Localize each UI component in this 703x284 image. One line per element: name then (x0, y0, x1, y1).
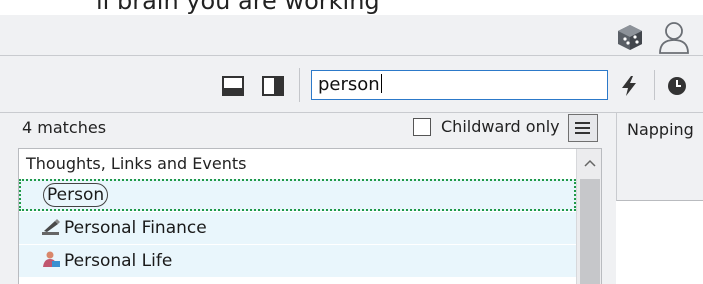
result-label: Personal Life (64, 251, 173, 271)
scrollbar-thumb[interactable] (580, 179, 600, 284)
bolt-icon[interactable] (620, 75, 638, 97)
result-label: Personal Finance (64, 218, 207, 238)
title-bar (0, 15, 703, 56)
clock-icon[interactable] (667, 76, 687, 96)
toolbar-divider (654, 70, 655, 100)
result-label: Person (43, 183, 109, 207)
search-input[interactable]: person (311, 70, 608, 100)
layout-bottom-icon[interactable] (222, 76, 244, 96)
search-toolbar: person (0, 56, 703, 113)
top-strip-text: ll brain you are working (96, 0, 380, 15)
search-input-value: person (318, 74, 380, 95)
toolbar-divider (299, 68, 300, 102)
list-item[interactable]: Person (19, 179, 576, 211)
tab-napping[interactable]: Napping (627, 120, 694, 139)
group-header: Thoughts, Links and Events (26, 154, 247, 173)
top-strip: ll brain you are working (0, 0, 703, 15)
cube-icon[interactable] (616, 23, 644, 51)
match-count: 4 matches (22, 118, 107, 137)
user-icon[interactable] (656, 19, 692, 55)
vertical-scrollbar[interactable] (576, 149, 601, 284)
finance-pen-icon (42, 219, 60, 235)
right-pane: Napping (616, 113, 703, 201)
search-results-panel: 4 matches Childward only Thoughts, Links… (0, 113, 616, 284)
list-item[interactable]: Personal Finance (19, 212, 576, 244)
hamburger-menu-icon[interactable] (568, 114, 598, 142)
person-life-icon (43, 251, 60, 267)
childward-only-checkbox[interactable] (413, 118, 431, 136)
list-item[interactable]: Personal Life (19, 245, 576, 277)
chevron-up-icon[interactable] (584, 159, 596, 167)
layout-right-icon[interactable] (262, 76, 284, 96)
results-list: Thoughts, Links and Events Person Person… (18, 148, 602, 284)
childward-only-label[interactable]: Childward only (441, 117, 560, 136)
text-caret (380, 74, 382, 93)
